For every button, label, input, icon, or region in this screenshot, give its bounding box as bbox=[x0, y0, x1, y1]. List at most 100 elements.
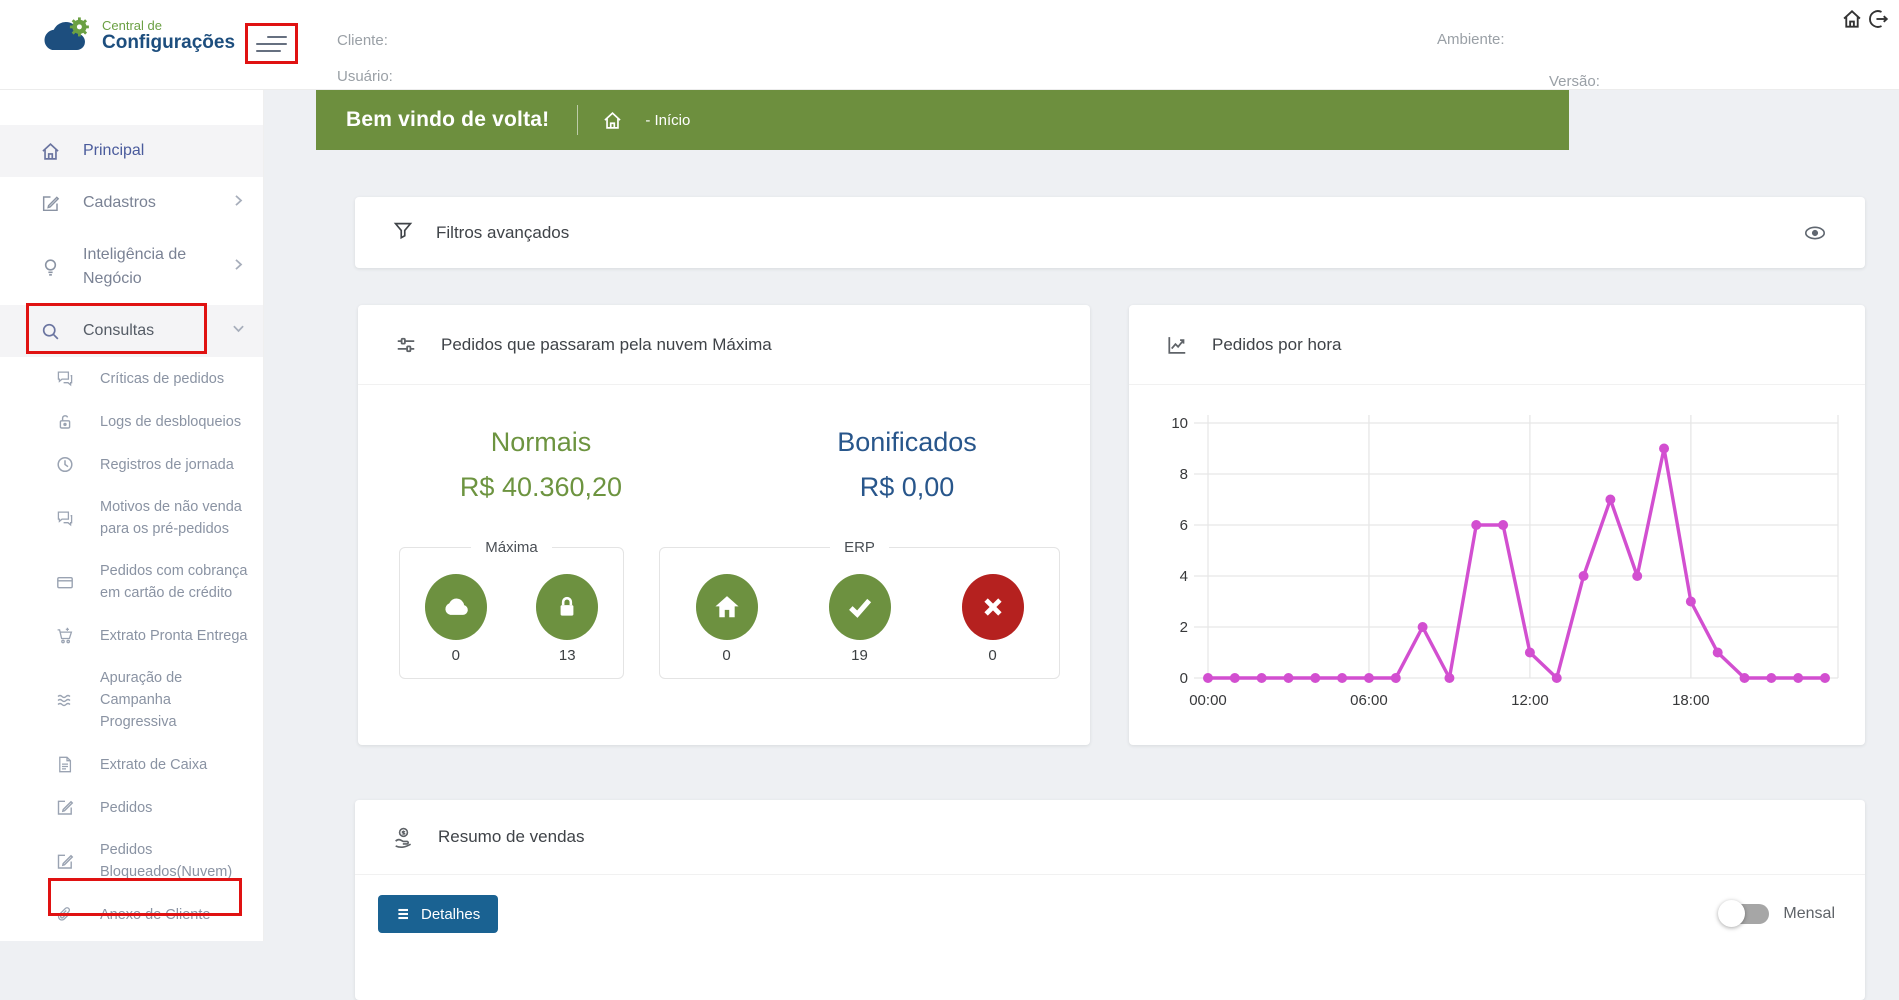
svg-text:6: 6 bbox=[1180, 517, 1188, 534]
home-icon[interactable] bbox=[1841, 8, 1863, 30]
cloud-gear-logo-icon bbox=[40, 17, 94, 55]
filters-title: Filtros avançados bbox=[436, 223, 569, 243]
sidebar-item-motivos-de-nao-venda[interactable]: Motivos de não venda para os pré-pedidos bbox=[0, 486, 263, 550]
sidebar-item-label: Pedidos bbox=[100, 797, 152, 819]
sidebar-item-label: Pedidos com cobrança em cartão de crédit… bbox=[100, 560, 248, 604]
svg-text:4: 4 bbox=[1180, 568, 1188, 585]
sidebar-item-label: Apuração de Campanha Progressiva bbox=[100, 667, 248, 733]
svg-text:18:00: 18:00 bbox=[1672, 692, 1710, 709]
brand-line1: Central de bbox=[102, 19, 235, 33]
eye-icon[interactable] bbox=[1802, 220, 1828, 246]
home-solid-icon bbox=[696, 574, 758, 640]
funnel-icon bbox=[392, 219, 414, 246]
check-icon bbox=[829, 574, 891, 640]
unlock-icon bbox=[55, 412, 75, 432]
x-mark-icon bbox=[962, 574, 1024, 640]
sidebar: Principal Cadastros Inteligência de Negóci… bbox=[0, 90, 264, 941]
breadcrumb[interactable]: - Início bbox=[602, 110, 690, 131]
search-icon bbox=[39, 320, 61, 342]
environment-label: Ambiente: bbox=[1437, 31, 1505, 48]
sales-summary-card: Resumo de vendas Detalhes Mensal bbox=[355, 800, 1865, 1000]
orders-by-hour-chart: 024681000:0006:0012:0018:00 bbox=[1150, 400, 1850, 730]
list-icon bbox=[396, 906, 412, 922]
badge-count: 13 bbox=[536, 647, 598, 664]
client-label: Cliente: bbox=[337, 32, 388, 49]
sidebar-item-apuracao-de-campanha[interactable]: Apuração de Campanha Progressiva bbox=[0, 657, 263, 743]
details-button-label: Detalhes bbox=[421, 906, 480, 923]
sidebar-item-extrato-de-caixa[interactable]: Extrato de Caixa bbox=[0, 743, 263, 786]
sidebar-item-anexo-de-cliente[interactable]: Anexo de Cliente bbox=[0, 893, 263, 936]
welcome-text: Bem vindo de volta! bbox=[346, 108, 549, 132]
welcome-banner: Bem vindo de volta! - Início bbox=[316, 90, 1569, 150]
sidebar-item-label: Extrato Pronta Entrega bbox=[100, 625, 248, 647]
credit-card-icon bbox=[55, 572, 75, 592]
top-header: Central de Configurações Cliente: Usuári… bbox=[0, 0, 1899, 90]
sidebar-item-cadastros[interactable]: Cadastros bbox=[0, 177, 263, 229]
badge-count: 19 bbox=[829, 647, 891, 664]
monthly-toggle[interactable] bbox=[1721, 904, 1769, 924]
svg-text:0: 0 bbox=[1180, 670, 1188, 687]
status-badge: 0 bbox=[962, 574, 1024, 664]
sidebar-item-pedidos[interactable]: Pedidos bbox=[0, 786, 263, 829]
orders-cloud-title: Pedidos que passaram pela nuvem Máxima bbox=[441, 335, 772, 355]
version-label: Versão: bbox=[1549, 73, 1600, 90]
sidebar-item-extrato-pronta-entrega[interactable]: Extrato Pronta Entrega bbox=[0, 614, 263, 657]
badge-count: 0 bbox=[696, 647, 758, 664]
edit-square-icon bbox=[55, 851, 75, 871]
clock-icon bbox=[55, 455, 75, 475]
svg-text:12:00: 12:00 bbox=[1511, 692, 1549, 709]
badge-count: 0 bbox=[425, 647, 487, 664]
user-label: Usuário: bbox=[337, 68, 393, 85]
chart-line-icon bbox=[1166, 334, 1188, 356]
details-button[interactable]: Detalhes bbox=[378, 895, 498, 933]
chat-icon bbox=[55, 369, 75, 389]
badge-count: 0 bbox=[962, 647, 1024, 664]
svg-text:10: 10 bbox=[1171, 415, 1188, 432]
hand-coin-icon bbox=[392, 826, 414, 848]
bonificados-label: Bonificados bbox=[724, 427, 1090, 458]
sidebar-item-justificativa-de-visitas[interactable]: Justificativa de Visitas bbox=[0, 936, 263, 941]
sidebar-item-label: Extrato de Caixa bbox=[100, 754, 207, 776]
logout-icon[interactable] bbox=[1867, 8, 1889, 30]
bulb-icon bbox=[39, 256, 61, 278]
home-icon bbox=[602, 110, 623, 131]
orders-cloud-card: Pedidos que passaram pela nuvem Máxima N… bbox=[358, 305, 1090, 745]
document-icon bbox=[55, 755, 75, 775]
cloud-icon bbox=[425, 574, 487, 640]
sidebar-item-registros-de-jornada[interactable]: Registros de jornada bbox=[0, 443, 263, 486]
orders-by-hour-card: Pedidos por hora 024681000:0006:0012:001… bbox=[1129, 305, 1865, 745]
chevron-down-icon bbox=[228, 318, 249, 344]
sidebar-item-label: Críticas de pedidos bbox=[100, 368, 224, 390]
status-badge: 0 bbox=[425, 574, 487, 664]
chat-icon bbox=[55, 508, 75, 528]
breadcrumb-label: - Início bbox=[645, 112, 690, 129]
waves-icon bbox=[55, 690, 75, 710]
normais-value: R$ 40.360,20 bbox=[358, 472, 724, 503]
group-máxima: Máxima013 bbox=[399, 539, 624, 679]
svg-text:2: 2 bbox=[1180, 619, 1188, 636]
sidebar-item-consultas[interactable]: Consultas bbox=[0, 305, 263, 357]
lock-icon bbox=[536, 574, 598, 640]
chevron-right-icon bbox=[228, 190, 249, 216]
group-erp: ERP 0 19 0 bbox=[659, 539, 1060, 679]
sidebar-item-label: Pedidos Bloqueados(Nuvem) bbox=[100, 839, 248, 883]
sidebar-item-pedidos-com-cobranca[interactable]: Pedidos com cobrança em cartão de crédit… bbox=[0, 550, 263, 614]
home-icon bbox=[39, 140, 61, 162]
sidebar-item-principal[interactable]: Principal bbox=[0, 125, 263, 177]
paperclip-icon bbox=[55, 905, 75, 925]
group-legend: ERP bbox=[830, 539, 889, 556]
sidebar-item-label: Consultas bbox=[83, 319, 154, 343]
edit-square-icon bbox=[39, 192, 61, 214]
banner-divider bbox=[577, 105, 578, 135]
svg-text:00:00: 00:00 bbox=[1189, 692, 1227, 709]
menu-toggle[interactable] bbox=[245, 23, 298, 64]
sidebar-item-pedidos-bloqueados[interactable]: Pedidos Bloqueados(Nuvem) bbox=[0, 829, 263, 893]
sidebar-item-label: Principal bbox=[83, 139, 144, 163]
sidebar-item-label: Motivos de não venda para os pré-pedidos bbox=[100, 496, 248, 540]
brand-line2: Configurações bbox=[102, 33, 235, 53]
advanced-filters-card[interactable]: Filtros avançados bbox=[355, 197, 1865, 268]
sidebar-item-criticas-de-pedidos[interactable]: Críticas de pedidos bbox=[0, 357, 263, 400]
sidebar-item-logs-de-desbloqueios[interactable]: Logs de desbloqueios bbox=[0, 400, 263, 443]
sidebar-item-label: Cadastros bbox=[83, 191, 156, 215]
sidebar-item-inteligencia-de-negocio[interactable]: Inteligência de Negócio bbox=[0, 229, 263, 305]
